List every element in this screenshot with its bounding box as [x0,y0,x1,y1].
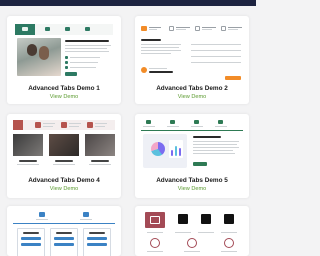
document-icon [224,214,234,224]
view-demo-link[interactable]: View Demo [135,94,249,100]
card-title: Advanced Tabs Demo 1 [28,85,100,92]
card-title: Advanced Tabs Demo 5 [156,177,228,184]
demo-5-preview [139,118,245,172]
demo-1-preview [15,24,113,82]
demo-6-preview [11,210,117,256]
demo-card-5[interactable]: Advanced Tabs Demo 5 View Demo [135,114,249,198]
top-header-bar [0,0,256,6]
demo-card-6-partial[interactable] [7,206,121,256]
demo-card-4[interactable]: Advanced Tabs Demo 4 View Demo [7,114,121,198]
view-demo-link[interactable]: View Demo [7,94,121,100]
demo-card-2[interactable]: Advanced Tabs Demo 2 View Demo [135,16,249,104]
demo-4-image-2 [49,134,79,156]
view-demo-link[interactable]: View Demo [7,186,121,192]
demo-2-preview [139,24,245,82]
view-demo-link[interactable]: View Demo [135,186,249,192]
demo-4-image-3 [85,134,115,156]
demo-7-preview [139,210,245,256]
demo-card-1[interactable]: Advanced Tabs Demo 1 View Demo [7,16,121,104]
lock-icon [201,214,211,224]
phone-icon [178,214,188,224]
card-title: Advanced Tabs Demo 2 [156,85,228,92]
card-title: Advanced Tabs Demo 4 [28,177,100,184]
demo-4-preview [11,120,117,172]
demo-card-7-partial[interactable] [135,206,249,256]
demo-4-image-1 [13,134,43,156]
